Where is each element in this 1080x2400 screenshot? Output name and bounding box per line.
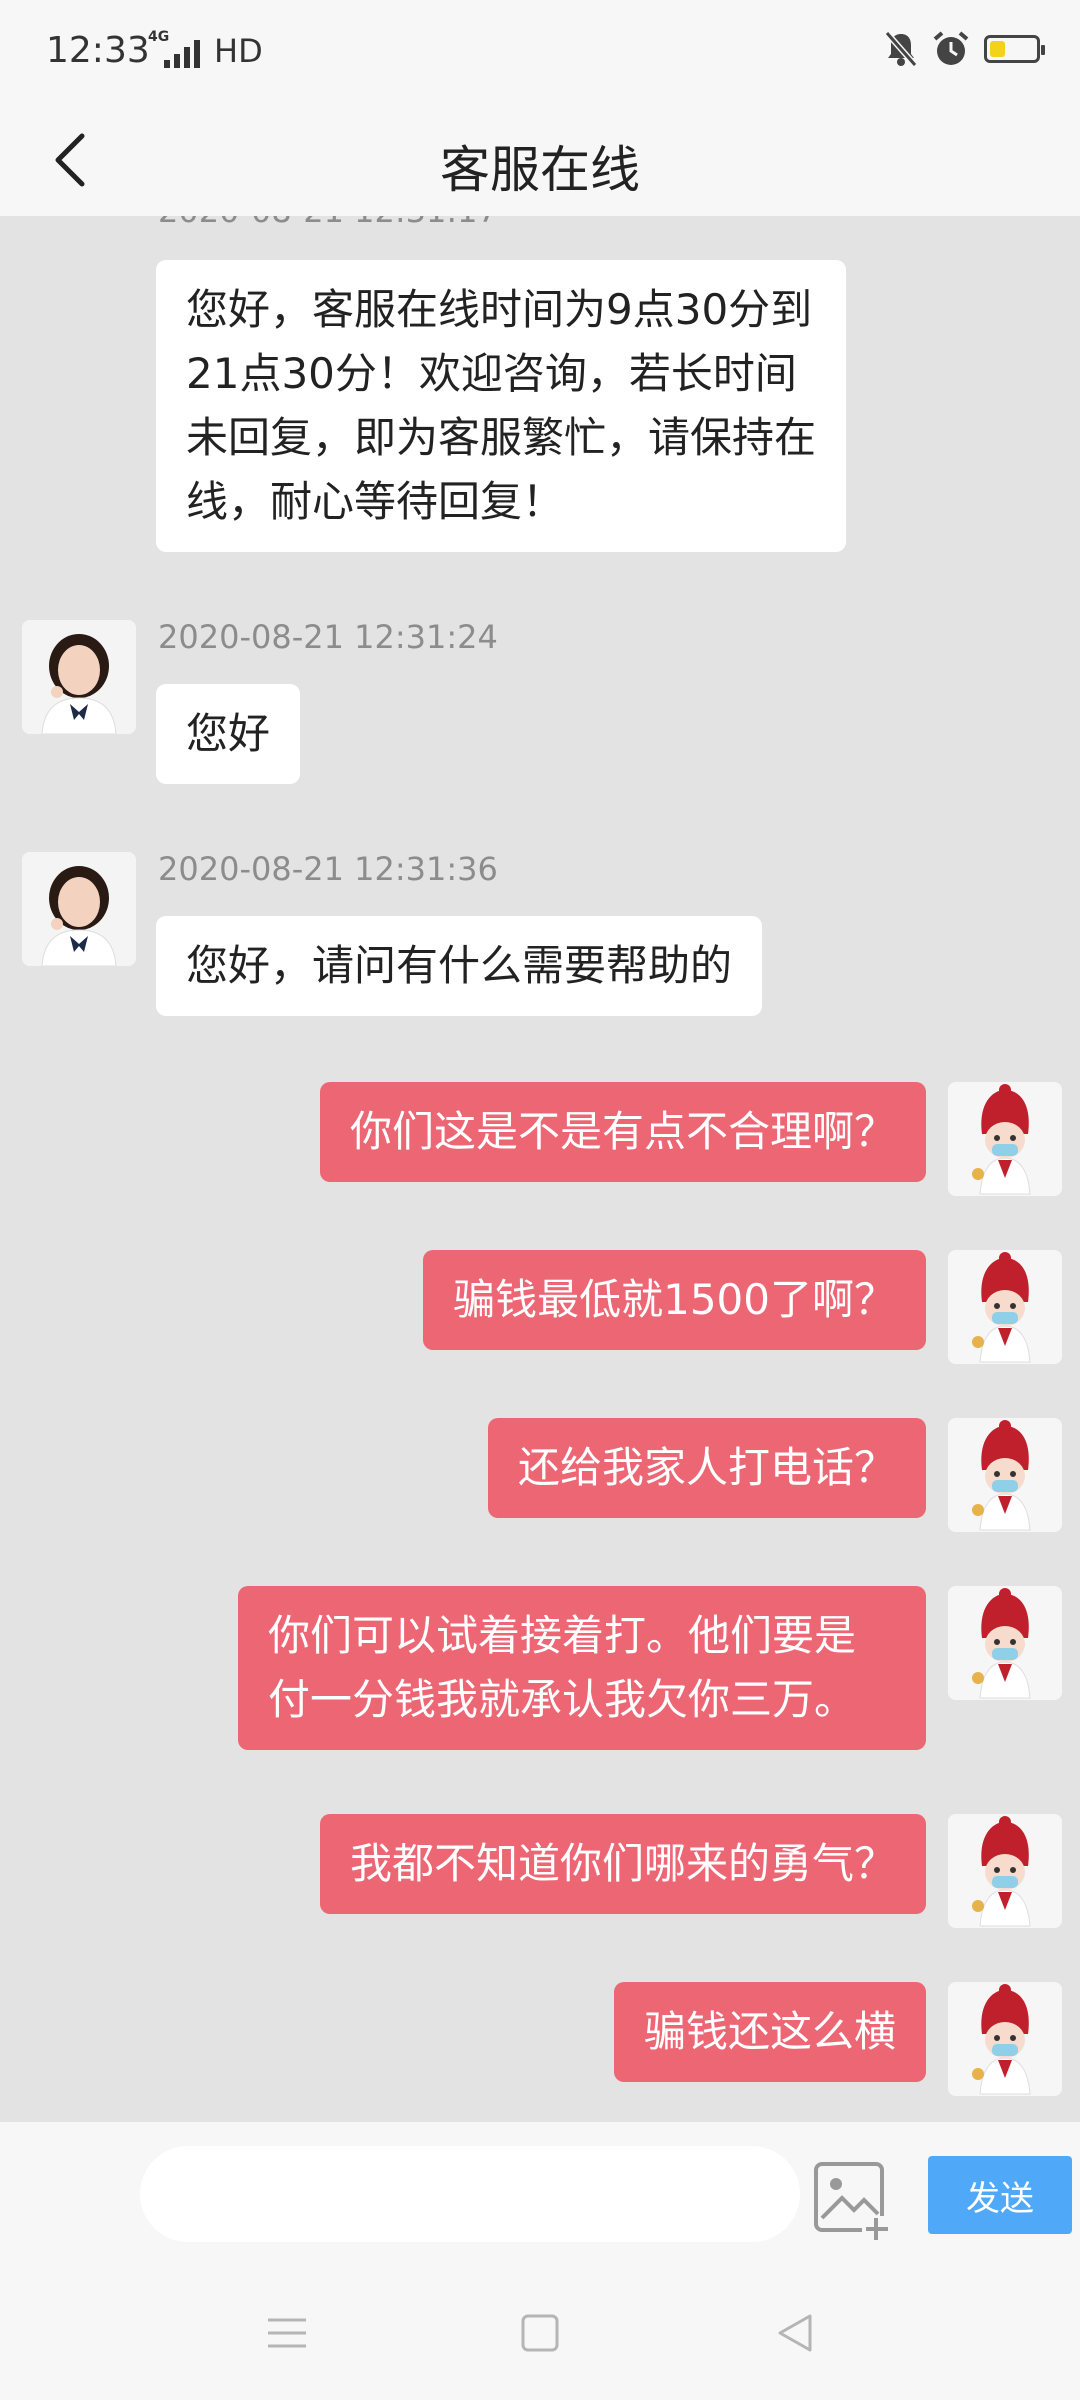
message-timestamp: 2020-08-21 12:31:36 [158,850,498,888]
user-avatar[interactable] [948,1418,1062,1532]
hd-label: HD [214,32,263,70]
user-avatar[interactable] [948,1586,1062,1700]
home-icon[interactable] [517,2310,563,2356]
status-icons [884,30,1045,68]
user-avatar[interactable] [948,1250,1062,1364]
status-bar: 12:33 4G HD [0,0,1080,104]
battery-icon [984,35,1045,63]
input-bar: 发送 [0,2122,1080,2266]
battery-level [990,41,1006,57]
user-avatar[interactable] [948,1082,1062,1196]
agent-avatar[interactable] [22,852,136,966]
user-message-bubble[interactable]: 还给我家人打电话？ [487,1418,926,1518]
chat-area[interactable]: 2020-08-21 12:31:17 您好，客服在线时间为9点30分到21点3… [0,216,1080,2122]
add-image-button[interactable] [812,2160,892,2240]
agent-message-bubble[interactable]: 您好，请问有什么需要帮助的 [156,916,763,1016]
user-message-bubble[interactable]: 骗钱最低就1500了啊？ [423,1250,926,1350]
signal-icon [164,38,200,68]
page-title: 客服在线 [440,141,640,199]
agent-avatar[interactable] [22,620,136,734]
user-message-bubble[interactable]: 骗钱还这么横 [613,1982,926,2082]
agent-message-bubble[interactable]: 您好，客服在线时间为9点30分到21点30分！欢迎咨询，若长时间未回复，即为客服… [156,260,846,552]
user-avatar[interactable] [948,1814,1062,1928]
add-image-icon [814,2162,892,2240]
message-timestamp: 2020-08-21 12:31:24 [158,618,498,656]
header: 客服在线 [0,104,1080,216]
alarm-icon [933,31,969,65]
mute-icon [884,31,918,67]
agent-message-bubble[interactable]: 您好 [156,684,301,784]
send-button[interactable]: 发送 [928,2156,1072,2234]
back-triangle-icon[interactable] [772,2310,818,2356]
message-timestamp: 2020-08-21 12:31:17 [158,216,498,230]
user-message-bubble[interactable]: 你们这是不是有点不合理啊？ [319,1082,926,1182]
user-avatar[interactable] [948,1982,1062,2096]
user-message-bubble[interactable]: 你们可以试着接着打。他们要是付一分钱我就承认我欠你三万。 [238,1586,926,1750]
message-input[interactable] [140,2146,800,2242]
status-time: 12:33 [46,30,150,71]
system-nav-bar [0,2266,1080,2400]
menu-icon[interactable] [264,2310,310,2356]
user-message-bubble[interactable]: 我都不知道你们哪来的勇气？ [319,1814,926,1914]
